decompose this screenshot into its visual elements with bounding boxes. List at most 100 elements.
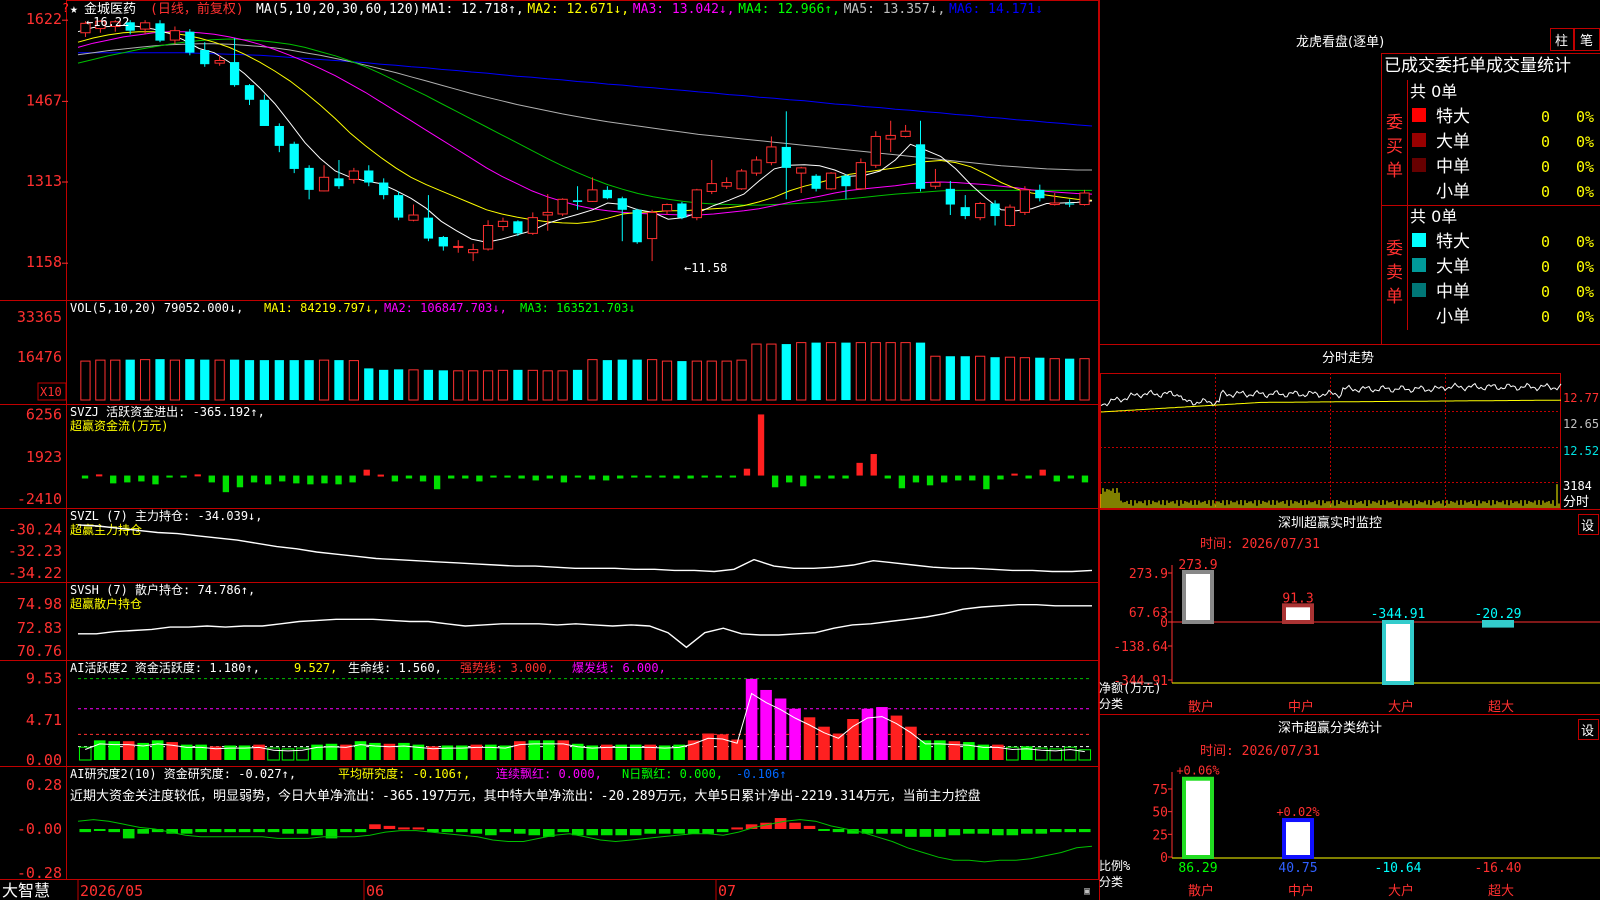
candle xyxy=(945,180,955,216)
ai-research-bar xyxy=(890,829,903,834)
candle xyxy=(646,209,658,262)
intraday-price-low: 12.52 xyxy=(1563,444,1599,458)
candle-body-down xyxy=(185,31,195,53)
low-marker: ←11.58 xyxy=(684,261,727,275)
ai-active-bar xyxy=(542,740,555,760)
svzj-bar xyxy=(166,475,173,478)
candle xyxy=(408,204,419,222)
candle-body-down xyxy=(841,175,851,187)
candle-body-down xyxy=(259,99,270,126)
candle xyxy=(1049,193,1060,206)
svzj-bar xyxy=(828,475,835,479)
candle-body-down xyxy=(915,144,926,189)
svzj-bar xyxy=(574,475,582,478)
lhb-sell-row-name: 中单 xyxy=(1436,282,1470,302)
sz-class-gear-button[interactable]: 设 xyxy=(1581,724,1594,739)
ai-research-last: -0.106↑ xyxy=(736,767,787,781)
svzj-bar xyxy=(236,475,244,488)
period-label[interactable]: (日线，前复权) xyxy=(150,1,244,17)
svzj-bar xyxy=(588,475,596,480)
sz-class-time: 时间: 2026/07/31 xyxy=(1200,744,1320,759)
ai-research-bar xyxy=(1078,829,1091,833)
candle-body-down xyxy=(781,146,791,168)
candle xyxy=(185,29,195,56)
price-tick-label: 1313 xyxy=(26,172,62,190)
candle-body-down xyxy=(632,209,642,243)
candle xyxy=(915,120,926,192)
candle-body-up xyxy=(482,224,494,250)
price-y-axis: 1622 1467 1313 1158 xyxy=(26,10,68,271)
szm-tick-label: 273.9 xyxy=(1129,567,1168,582)
ai-research-bar xyxy=(238,829,251,833)
volume-bar xyxy=(497,369,509,401)
ai-research-bar xyxy=(1035,829,1048,834)
szm-bar-label: -20.29 xyxy=(1475,607,1522,622)
volume-bar xyxy=(1004,356,1016,401)
candle xyxy=(855,158,866,190)
svsh-title: SVSH (7) 散户持仓: 74.786↑, xyxy=(70,582,255,597)
volume-bar xyxy=(751,343,762,401)
volume-bar xyxy=(855,342,866,401)
lhb-column-button[interactable]: 柱 xyxy=(1555,34,1568,49)
candle xyxy=(602,186,612,200)
lhb-buy-side-char: 买 xyxy=(1386,137,1403,157)
ai-research-nday: N日飘红: 0.000, xyxy=(622,766,723,781)
candle-body-down xyxy=(304,167,314,190)
candle-body-down xyxy=(379,182,389,196)
candle xyxy=(438,235,448,251)
ma-value-4: MA4: 12.966↑, xyxy=(738,2,840,17)
ai-research-bar xyxy=(919,829,932,837)
volume-bar xyxy=(602,360,612,400)
lhb-sell-row-swatch xyxy=(1412,258,1426,272)
volume-bar xyxy=(706,360,717,401)
lhb-buy-row-name: 特大 xyxy=(1436,107,1470,127)
ma10-line xyxy=(77,31,1093,224)
candle xyxy=(870,131,881,168)
ai-research-bar xyxy=(586,829,599,836)
lhb-sell-row-pct: 0% xyxy=(1576,283,1594,301)
candle xyxy=(885,120,896,153)
svzj-bar xyxy=(645,475,652,478)
lhb-buy-row-swatch xyxy=(1412,133,1426,147)
szc-bar xyxy=(1282,818,1314,860)
candle-body-down xyxy=(274,125,284,146)
lhb-buy-row-pct: 0% xyxy=(1576,158,1594,176)
high-marker: ←16.22 xyxy=(86,15,129,29)
candle-body-down xyxy=(200,50,210,65)
lhb-pen-button[interactable]: 笔 xyxy=(1580,33,1593,49)
szm-bar xyxy=(1382,620,1414,685)
volume-bar xyxy=(155,359,165,400)
volume-bar xyxy=(677,361,687,400)
lock-icon[interactable]: ▣ xyxy=(1084,886,1090,897)
svzj-bar xyxy=(814,475,821,479)
volume-bar xyxy=(95,359,106,401)
ai-research-bar xyxy=(1064,829,1077,833)
volume-bar xyxy=(721,360,732,401)
volume-bar xyxy=(930,355,941,401)
candle-body-up xyxy=(751,159,762,174)
svzj-bar xyxy=(222,475,230,493)
volume-bar xyxy=(482,370,494,401)
candle-body-up xyxy=(736,170,747,190)
ai-active-bars xyxy=(78,678,1092,761)
szc-tick-label: 50 xyxy=(1152,806,1168,821)
volume-bar xyxy=(468,370,479,401)
ai-active-bar xyxy=(716,734,729,760)
ai-research-bar xyxy=(977,829,990,834)
sz-monitor-gear-button[interactable]: 设 xyxy=(1581,519,1594,534)
ai-research-bar xyxy=(905,829,917,837)
ai-research-bar xyxy=(963,829,975,834)
volume-bar xyxy=(200,359,210,400)
ai-active-title: AI活跃度2 资金活跃度: 1.180↑, xyxy=(70,660,260,675)
svsh-line xyxy=(78,604,1092,649)
volume-bar xyxy=(259,360,270,400)
svzj-bar xyxy=(631,475,638,478)
lhb-buy-row-value: 0 xyxy=(1541,183,1550,201)
candle-body-down xyxy=(155,23,165,41)
volume-bar xyxy=(825,342,837,401)
candle-body-up xyxy=(885,134,896,140)
lhb-buy-row-value: 0 xyxy=(1541,158,1550,176)
szc-bar-label: -10.64 xyxy=(1375,861,1422,876)
ai-research-bar xyxy=(673,829,685,834)
ai-active-bar xyxy=(876,707,888,760)
